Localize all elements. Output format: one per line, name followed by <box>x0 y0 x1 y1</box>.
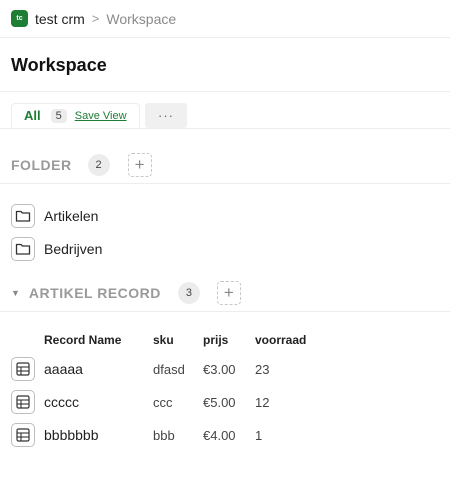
divider <box>0 311 450 312</box>
breadcrumb-app[interactable]: test crm <box>35 11 85 27</box>
record-voorraad: 12 <box>255 395 270 410</box>
caret-down-icon[interactable]: ▼ <box>11 288 20 298</box>
folder-item-label[interactable]: Artikelen <box>44 208 98 224</box>
more-views-button[interactable]: ··· <box>145 103 187 128</box>
folder-item[interactable]: Bedrijven <box>11 237 102 261</box>
table-icon <box>11 357 35 381</box>
record-count-badge: 3 <box>177 282 200 304</box>
column-header-prijs: prijs <box>203 333 229 347</box>
column-header-sku: sku <box>153 333 174 347</box>
breadcrumb-current: Workspace <box>106 10 177 27</box>
folder-item[interactable]: Artikelen <box>11 204 98 228</box>
table-icon <box>11 423 35 447</box>
table-icon <box>11 390 35 414</box>
record-sku: bbb <box>153 428 175 443</box>
page-title: Workspace <box>11 55 107 75</box>
record-name[interactable]: ccccc <box>44 394 79 410</box>
divider <box>0 183 450 184</box>
add-record-button[interactable]: + <box>216 281 241 305</box>
record-name[interactable]: aaaaa <box>44 361 83 377</box>
folder-section-title: FOLDER <box>11 157 72 173</box>
folder-icon <box>11 204 35 228</box>
column-header-record-name: Record Name <box>44 333 122 347</box>
tab-all-label[interactable]: All <box>24 108 41 123</box>
record-sku: dfasd <box>153 362 185 377</box>
record-voorraad: 23 <box>255 362 270 377</box>
folder-item-label[interactable]: Bedrijven <box>44 241 102 257</box>
tab-all-count-badge: 5 <box>50 108 67 123</box>
record-section-title: ARTIKEL RECORD <box>28 285 161 301</box>
folder-icon <box>11 237 35 261</box>
divider <box>0 128 450 129</box>
record-sku: ccc <box>153 395 173 410</box>
tab-all[interactable]: All 5 Save View <box>11 103 140 129</box>
record-name[interactable]: bbbbbbb <box>44 427 99 443</box>
record-prijs: €4.00 <box>203 428 236 443</box>
column-header-voorraad: voorraad <box>255 333 307 347</box>
record-section-header[interactable]: ▼ ARTIKEL RECORD 3 + <box>11 281 241 305</box>
record-prijs: €3.00 <box>203 362 236 377</box>
folder-count-badge: 2 <box>87 154 110 176</box>
record-voorraad: 1 <box>255 428 263 443</box>
breadcrumb: tc test crm > Workspace <box>0 0 450 38</box>
chevron-right-icon: > <box>91 11 100 26</box>
record-prijs: €5.00 <box>203 395 236 410</box>
divider <box>0 91 450 92</box>
add-folder-button[interactable]: + <box>127 153 152 177</box>
app-logo-icon[interactable]: tc <box>11 10 28 27</box>
folder-section-header: FOLDER 2 + <box>11 153 152 177</box>
save-view-link[interactable]: Save View <box>75 110 127 122</box>
